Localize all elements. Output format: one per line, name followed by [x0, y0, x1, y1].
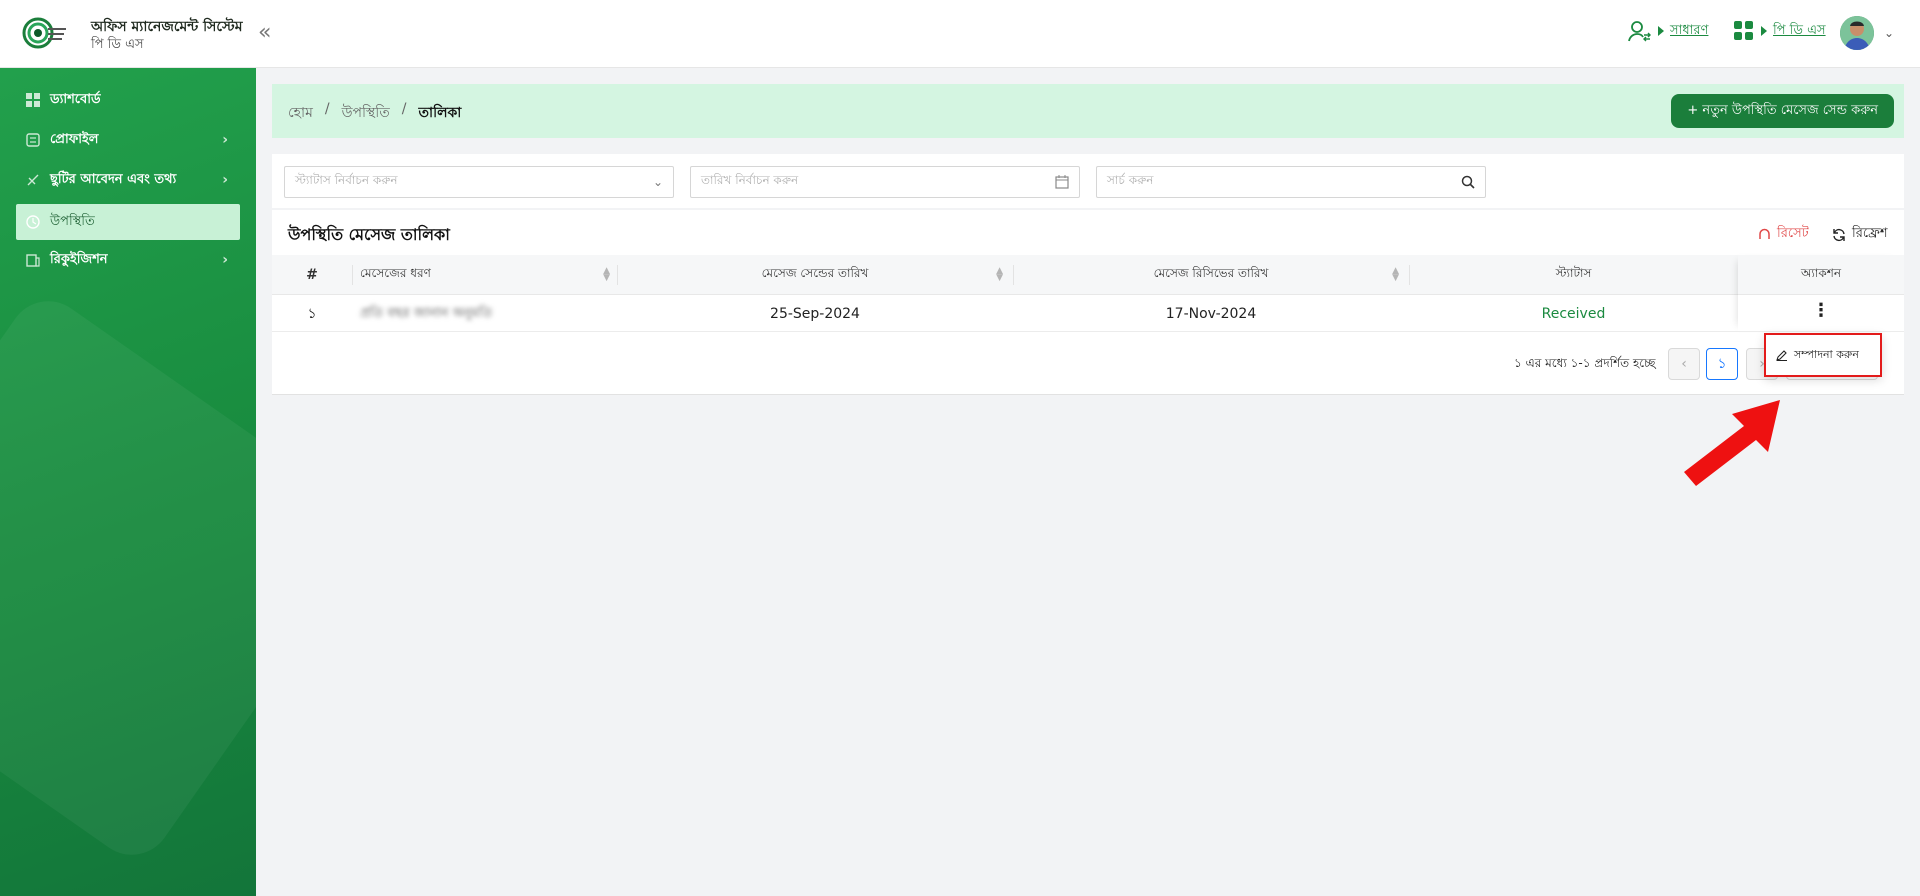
search-input[interactable]: সার্চ করুন: [1096, 166, 1486, 198]
sidebar-item-label: প্রোফাইল: [50, 131, 99, 147]
top-header: অফিস ম্যানেজমেন্ট সিস্টেম পি ডি এস « সাধ…: [0, 0, 1920, 68]
search-icon[interactable]: [1461, 175, 1475, 189]
breadcrumb-separator: /: [401, 101, 407, 117]
pagination-info: ১ এর মধ্যে ১-১ প্রদর্শিত হচ্ছে: [1514, 356, 1656, 370]
refresh-button[interactable]: রিফ্রেশ: [1832, 224, 1888, 245]
breadcrumb-current: তালিকা: [418, 105, 462, 121]
sidebar-item-dashboard[interactable]: ড্যাশবোর্ড: [16, 82, 240, 118]
pagination-prev-button[interactable]: ‹: [1668, 348, 1700, 380]
avatar[interactable]: [1840, 16, 1874, 50]
row-action-menu: সম্পাদনা করুন: [1764, 333, 1882, 377]
edit-menu-label: সম্পাদনা করুন: [1794, 347, 1859, 361]
breadcrumb-bar: হোম / উপস্থিতি / তালিকা + নতুন উপস্থিতি …: [272, 84, 1904, 138]
column-header-label: মেসেজের ধরণ: [360, 266, 431, 280]
date-picker[interactable]: তারিখ নির্বাচন করুন: [690, 166, 1080, 198]
column-divider: [352, 265, 353, 285]
caret-right-icon: [1658, 26, 1664, 36]
cell-index: ১: [307, 306, 317, 322]
user-switch-icon: [1628, 21, 1651, 42]
breadcrumb-home[interactable]: হোম: [288, 101, 313, 125]
chevron-right-icon: ›: [222, 132, 228, 148]
caret-right-icon: [1761, 26, 1767, 36]
column-header-message-type[interactable]: মেসেজের ধরণ ▲ ▼: [360, 255, 620, 295]
reset-label: রিসেট: [1777, 226, 1809, 241]
cell-action: ⋮: [1738, 292, 1904, 328]
pagination-page-button[interactable]: ১: [1706, 348, 1738, 380]
dashboard-icon: [26, 93, 40, 107]
sidebar-item-label: রিকুইজিশন: [50, 251, 108, 267]
column-header-index: #: [306, 267, 318, 283]
sidebar-item-label: ছুটির আবেদন এবং তথ্য: [50, 171, 177, 187]
sort-icon[interactable]: ▲ ▼: [603, 267, 610, 283]
sidebar-item-leave[interactable]: ছুটির আবেদন এবং তথ্য ›: [16, 162, 240, 198]
chevron-right-icon: ›: [222, 172, 228, 188]
search-input-placeholder: সার্চ করুন: [1107, 173, 1154, 187]
column-header-label: মেসেজ রিসিভের তারিখ: [1153, 266, 1269, 280]
sidebar-item-profile[interactable]: প্রোফাইল ›: [16, 122, 240, 158]
office-switcher[interactable]: পি ডি এস: [1733, 20, 1826, 42]
kebab-icon[interactable]: ⋮: [1812, 300, 1830, 321]
chevron-down-icon[interactable]: ⌄: [1884, 26, 1894, 40]
chevron-right-icon: ›: [222, 252, 228, 268]
cell-received-date: 17-Nov-2024: [1165, 306, 1257, 322]
chevron-down-icon: ⌄: [652, 175, 663, 189]
avatar-image: [1840, 16, 1874, 50]
profile-icon: [26, 133, 40, 147]
sidebar-item-attendance[interactable]: উপস্থিতি: [16, 204, 240, 240]
attendance-message-table-card: উপস্থিতি মেসেজ তালিকা রিসেট রিফ্রেশ # মে…: [272, 210, 1904, 395]
grid-apps-icon: [1734, 21, 1753, 40]
date-picker-placeholder: তারিখ নির্বাচন করুন: [701, 173, 799, 187]
sidebar-item-label: ড্যাশবোর্ড: [50, 91, 101, 107]
role-switcher[interactable]: সাধারণ: [1628, 20, 1708, 42]
double-chevron-left-icon[interactable]: «: [258, 20, 271, 45]
calendar-icon: [1055, 175, 1069, 189]
column-header-received-date[interactable]: মেসেজ রিসিভের তারিখ ▲ ▼: [1013, 255, 1409, 295]
refresh-icon: [1833, 228, 1845, 241]
reset-icon: [1759, 228, 1770, 239]
table-header: # মেসেজের ধরণ ▲ ▼ মেসেজ সেন্ডের তারিখ ▲ ▼ …: [272, 255, 1904, 295]
status-select[interactable]: স্ট্যাটাস নির্বাচন করুন ⌄: [284, 166, 674, 198]
new-attendance-message-button[interactable]: + নতুন উপস্থিতি মেসেজ সেন্ড করুন: [1671, 94, 1894, 128]
cell-sent-date: 25-Sep-2024: [770, 306, 860, 322]
status-select-placeholder: স্ট্যাটাস নির্বাচন করুন: [295, 173, 398, 187]
arrow-pointer-icon: [1684, 400, 1780, 486]
cell-message-type: প্রতি বছর জানান অনুমতি: [360, 296, 620, 332]
leave-icon: [27, 174, 39, 186]
table-title: উপস্থিতি মেসেজ তালিকা: [288, 225, 450, 244]
table-row: ১ প্রতি বছর জানান অনুমতি 25-Sep-2024 17-…: [272, 296, 1904, 332]
requisition-icon: [26, 254, 40, 267]
breadcrumb: হোম / উপস্থিতি / তালিকা: [288, 101, 461, 125]
reset-button[interactable]: রিসেট: [1758, 224, 1809, 245]
app-subtitle: পি ডি এস: [91, 37, 144, 52]
sidebar-item-requisition[interactable]: রিকুইজিশন ›: [16, 242, 240, 278]
sort-icon[interactable]: ▲ ▼: [996, 267, 1003, 283]
filter-bar: স্ট্যাটাস নির্বাচন করুন ⌄ তারিখ নির্বাচন…: [272, 154, 1904, 208]
breadcrumb-section[interactable]: উপস্থিতি: [342, 101, 390, 125]
status-badge: Received: [1541, 306, 1606, 322]
column-header-sent-date[interactable]: মেসেজ সেন্ডের তারিখ ▲ ▼: [617, 255, 1013, 295]
office-link[interactable]: পি ডি এস: [1773, 21, 1826, 42]
breadcrumb-separator: /: [324, 101, 330, 117]
sort-icon[interactable]: ▲ ▼: [1392, 267, 1399, 283]
app-logo: [22, 17, 66, 49]
column-header-label: মেসেজ সেন্ডের তারিখ: [761, 266, 869, 280]
edit-icon: [1776, 350, 1787, 361]
clock-icon: [26, 215, 40, 229]
edit-menu-item[interactable]: সম্পাদনা করুন: [1764, 333, 1882, 377]
sidebar-item-label: উপস্থিতি: [50, 213, 95, 229]
column-header-status: স্ট্যাটাস: [1555, 266, 1592, 280]
refresh-label: রিফ্রেশ: [1852, 226, 1888, 241]
sidebar: ড্যাশবোর্ড প্রোফাইল › ছুটির আবেদন এবং তথ…: [0, 68, 256, 896]
message-type-text: প্রতি বছর জানান অনুমতি: [360, 305, 493, 321]
role-link[interactable]: সাধারণ: [1670, 21, 1708, 42]
